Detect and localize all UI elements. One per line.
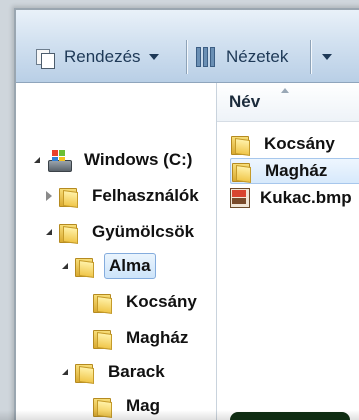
- tree-item-label: Felhasználók: [92, 186, 199, 205]
- views-label: Nézetek: [226, 47, 289, 66]
- command-bar: Rendezés Nézetek: [16, 10, 359, 83]
- views-button[interactable]: Nézetek: [196, 42, 288, 72]
- tree-item-gyumolcsok[interactable]: Gyümölcsök: [46, 217, 198, 247]
- folder-icon: [74, 362, 94, 385]
- views-icon: [196, 47, 218, 67]
- background-object: [230, 412, 350, 420]
- navigation-tree: Windows (C:) Felhasználók Gyümölcsök Alm…: [16, 83, 216, 420]
- toolbar-separator: [186, 40, 187, 74]
- tree-item-maghaz[interactable]: Magház: [92, 323, 192, 353]
- folder-icon: [92, 292, 112, 315]
- views-dropdown-button[interactable]: [320, 42, 332, 72]
- tree-item-kocsany[interactable]: Kocsány: [92, 287, 201, 317]
- sort-arrow-icon: [281, 88, 289, 93]
- file-name: Magház: [265, 161, 328, 180]
- tree-item-label: Barack: [108, 362, 165, 381]
- windows-drive-icon: [46, 148, 72, 172]
- chevron-down-icon: [322, 54, 332, 60]
- folder-icon: [230, 134, 250, 157]
- tree-item-label: Kocsány: [126, 292, 197, 311]
- bitmap-file-icon: [230, 188, 250, 208]
- toolbar-separator: [310, 40, 311, 74]
- tree-item-barack[interactable]: Barack: [62, 357, 169, 387]
- organize-button[interactable]: Rendezés: [34, 42, 159, 72]
- collapsed-arrow-icon[interactable]: [46, 191, 52, 201]
- expanded-arrow-icon[interactable]: [46, 229, 52, 235]
- file-name: Kocsány: [264, 134, 335, 153]
- tree-item-label: Magház: [126, 328, 189, 347]
- column-header-label: Név: [229, 92, 261, 111]
- expanded-arrow-icon[interactable]: [62, 263, 68, 269]
- expanded-arrow-icon[interactable]: [62, 369, 68, 375]
- folder-icon: [74, 256, 94, 279]
- chevron-down-icon: [148, 54, 159, 60]
- tree-item-felhasznalok[interactable]: Felhasználók: [46, 181, 203, 211]
- screenshot-frame: Rendezés Nézetek Windows (C:) Felhasznál…: [0, 0, 359, 420]
- folder-icon: [231, 161, 251, 184]
- file-row-maghaz[interactable]: Magház: [230, 158, 359, 184]
- tree-item-label: Alma: [104, 253, 156, 279]
- folder-icon: [58, 222, 78, 245]
- file-row-kukac-bmp[interactable]: Kukac.bmp: [230, 186, 356, 210]
- tree-item-alma[interactable]: Alma: [62, 251, 156, 281]
- tree-item-drive[interactable]: Windows (C:): [34, 145, 196, 175]
- explorer-window: Rendezés Nézetek Windows (C:) Felhasznál…: [14, 8, 359, 420]
- tree-item-label: Windows (C:): [84, 150, 193, 169]
- organize-icon: [34, 47, 56, 69]
- folder-icon: [92, 328, 112, 351]
- tree-item-label: Gyümölcsök: [92, 222, 195, 241]
- pane-splitter[interactable]: [216, 83, 217, 420]
- organize-label: Rendezés: [64, 47, 141, 66]
- file-name: Kukac.bmp: [260, 188, 352, 207]
- folder-icon: [58, 186, 78, 209]
- expanded-arrow-icon: [34, 157, 40, 163]
- file-row-kocsany[interactable]: Kocsány: [230, 132, 339, 157]
